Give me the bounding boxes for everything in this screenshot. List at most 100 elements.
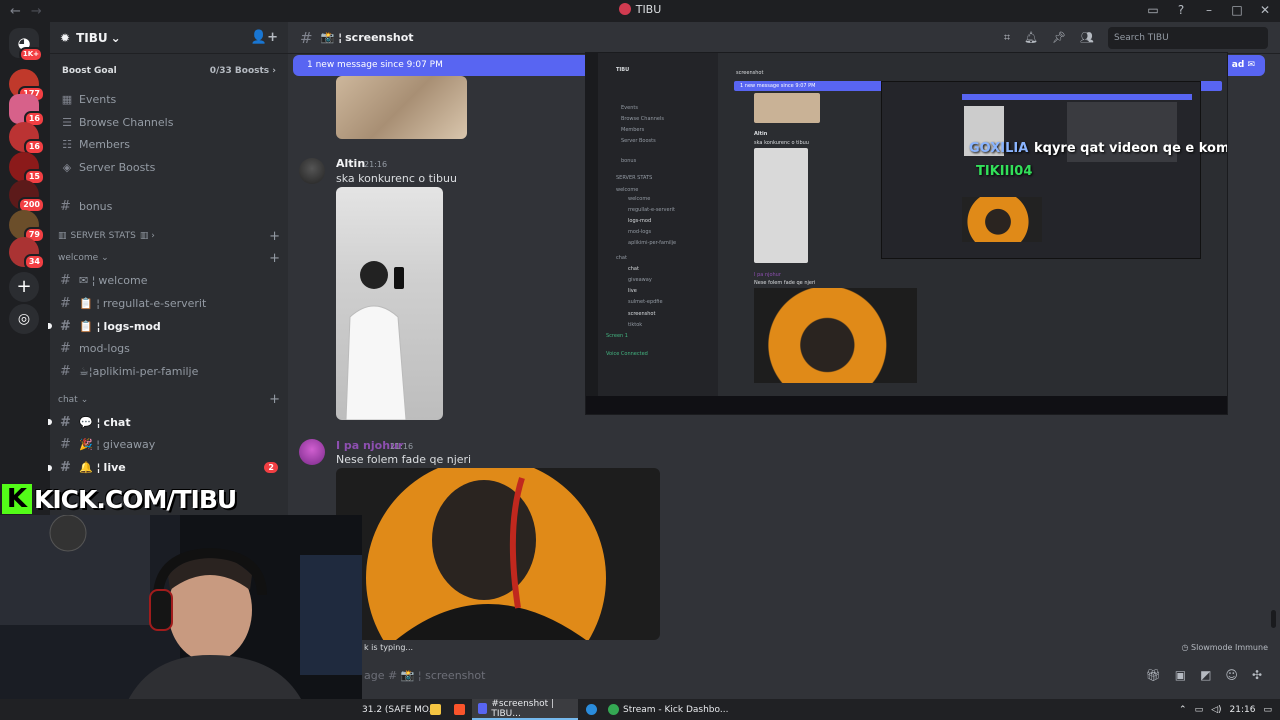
chevron-up-icon[interactable]: ⌃ (1179, 705, 1187, 715)
sidebar-item-events[interactable]: ▦ Events (56, 88, 282, 111)
member-list-icon[interactable]: 👥︎ (1080, 31, 1094, 44)
add-server-button[interactable]: + (9, 272, 39, 302)
pin-icon[interactable]: 📌︎ (1052, 31, 1066, 44)
gift-icon[interactable]: 🎁︎ (1146, 668, 1161, 682)
taskbar-app-chrome[interactable]: Stream - Kick Dashbo... (602, 699, 734, 720)
volume-icon[interactable]: ◁) (1211, 705, 1221, 715)
kick-url: KICK.COM/TIBU (34, 484, 237, 514)
chevron-down-icon: ⌄ (110, 30, 121, 45)
slowmode-indicator: ◷ Slowmode Immune (1181, 643, 1268, 652)
forward-arrow-icon[interactable]: → (31, 4, 42, 19)
bell-icon[interactable]: 🔔︎ (1024, 31, 1038, 44)
apps-icon[interactable]: ✣ (1252, 668, 1262, 682)
channel-rregullat[interactable]: # 📋 ¦ rregullat-e-serverit (56, 292, 282, 315)
channel-prefix: 📋 ¦ (79, 296, 100, 310)
server-icon[interactable]: 16 (9, 122, 45, 155)
category-chat[interactable]: chat ⌄ + (58, 389, 280, 411)
channel-giveaway[interactable]: # 🎉 ¦ giveaway (56, 434, 282, 457)
mark-as-read-button[interactable]: ad ✉ (1232, 55, 1255, 76)
avatar[interactable] (299, 439, 325, 465)
channel-aplikimi[interactable]: # ☕¦ aplikimi-per-familje (56, 360, 282, 383)
sidebar-item-label: Browse Channels (79, 115, 174, 129)
channel-label: mod-logs (79, 342, 130, 356)
chevron-down-icon: ⌄ (80, 394, 89, 405)
embedded-screenshot[interactable]: TIBU Events Browse Channels Members Serv… (585, 52, 1228, 415)
maximize-button[interactable]: □ (1230, 3, 1244, 17)
message-input-placeholder: age # 📸 ¦ screenshot (364, 668, 486, 682)
taskbar-app-explorer[interactable] (424, 699, 447, 720)
hash-icon: # (60, 414, 71, 430)
direct-messages-button[interactable]: ◕ 1K+ (9, 28, 43, 62)
channel-welcome[interactable]: # ✉ ¦ welcome (56, 269, 282, 292)
server-icon-tibu[interactable]: 16 (9, 94, 45, 127)
emoji-icon[interactable]: ☺ (1225, 668, 1238, 682)
threads-icon[interactable]: ⌗ (1004, 31, 1010, 45)
category-label: SERVER STATS (70, 231, 136, 242)
back-arrow-icon[interactable]: ← (10, 4, 21, 19)
mini-server-rail (586, 53, 598, 398)
inbox-icon[interactable]: ▭ (1146, 3, 1160, 17)
avatar[interactable] (299, 158, 325, 184)
sticker-icon[interactable]: ◩ (1200, 668, 1211, 682)
boost-goal-label: Boost Goal (62, 66, 117, 76)
sidebar-item-browse-channels[interactable]: ☰ Browse Channels (56, 111, 282, 134)
server-header[interactable]: ✹ TIBU ⌄ 👤+ (50, 22, 288, 54)
search-input[interactable]: Search TIBU (1108, 26, 1268, 49)
help-icon[interactable]: ? (1174, 3, 1188, 17)
scrollbar-thumb[interactable] (1271, 610, 1276, 628)
invite-people-icon[interactable]: 👤+ (251, 30, 278, 45)
hash-icon: # (60, 460, 71, 476)
channel-label: logs-mod (103, 319, 161, 333)
new-messages-text: 1 new message since 9:07 PM (307, 60, 443, 70)
server-icon[interactable]: 200 (9, 180, 45, 213)
brave-icon (454, 704, 465, 715)
hash-icon: # (60, 437, 71, 453)
dm-badge: 1K+ (18, 47, 43, 62)
gif-icon[interactable]: ▣ (1175, 668, 1186, 682)
close-button[interactable]: ✕ (1258, 3, 1272, 17)
channel-bonus[interactable]: # bonus (56, 195, 282, 218)
sidebar-item-label: Members (79, 138, 130, 152)
network-icon[interactable]: ▭ (1195, 705, 1204, 715)
sidebar-item-server-boosts[interactable]: ◈ Server Boosts (56, 156, 282, 179)
channel-label: welcome (98, 274, 148, 288)
sidebar-item-members[interactable]: ☷ Members (56, 133, 282, 156)
server-icon[interactable]: 79 (9, 210, 45, 243)
message-input[interactable]: age # 📸 ¦ screenshot 🎁︎ ▣ ◩ ☺ ✣ (364, 662, 1262, 688)
channel-logs-mod[interactable]: # 📋 ¦ logs-mod (48, 315, 282, 338)
mini-channel: bonus (621, 158, 637, 164)
mini-channel: sulmet-epdfie (628, 299, 663, 305)
clock[interactable]: 21:16 (1230, 705, 1256, 715)
unread-indicator (48, 464, 52, 471)
taskbar-app-discord[interactable]: #screenshot | TIBU... (472, 699, 578, 720)
channel-header: # 📸 ¦ screenshot ⌗ 🔔︎ 📌︎ 👥︎ Search TIBU (288, 22, 1280, 54)
message-timestamp: 21:16 (390, 442, 414, 451)
channel-live[interactable]: # 🔔 ¦ live 2 (48, 456, 282, 479)
category-server-stats[interactable]: ▥ SERVER STATS ▥ › + (58, 225, 280, 247)
channel-mod-logs[interactable]: # mod-logs (56, 338, 282, 361)
server-icon[interactable]: 34 (9, 237, 45, 270)
mini-channel: Server Boosts (621, 138, 656, 144)
hash-icon: # (60, 198, 71, 214)
taskbar-app-brave[interactable] (448, 699, 471, 720)
message-image[interactable] (336, 187, 443, 420)
explore-servers-button[interactable]: ◎ (9, 304, 39, 334)
channel-label: bonus (79, 199, 113, 213)
notification-icon[interactable]: ▭ (1263, 705, 1272, 715)
taskbar-app-edge[interactable] (580, 699, 603, 720)
message-author[interactable]: Altin (336, 157, 365, 170)
boost-goal[interactable]: Boost Goal 0/33 Boosts › (54, 60, 284, 82)
message-image[interactable] (336, 468, 660, 640)
add-channel-icon[interactable]: + (269, 251, 280, 266)
mini-channel: aplikimi-per-familje (628, 240, 677, 246)
server-icon[interactable]: 15 (9, 152, 45, 185)
stream-overlay-text: kqyre qat videon qe e kom qu @TIBU (1034, 141, 1228, 156)
category-welcome[interactable]: welcome ⌄ + (58, 247, 280, 269)
mini-channel: Members (621, 127, 645, 133)
add-channel-icon[interactable]: + (269, 229, 280, 244)
add-channel-icon[interactable]: + (269, 392, 280, 407)
message-image[interactable] (336, 76, 467, 139)
minimize-button[interactable]: – (1202, 3, 1216, 17)
taskbar-label: Stream - Kick Dashbo... (623, 704, 729, 715)
channel-chat[interactable]: # 💬 ¦ chat (48, 411, 282, 434)
